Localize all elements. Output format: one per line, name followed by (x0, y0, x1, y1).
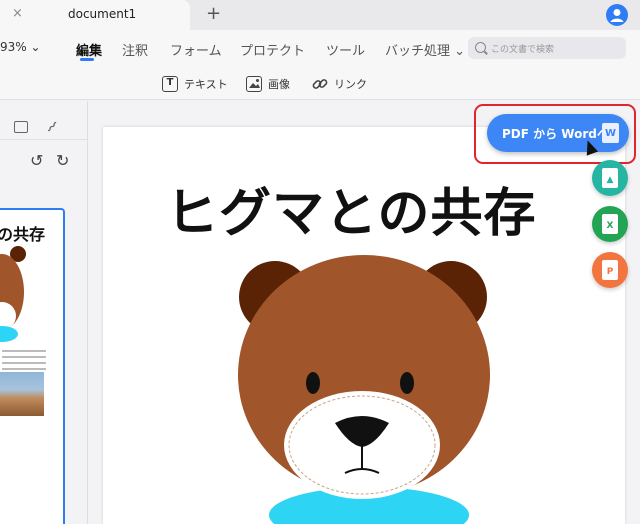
word-doc-icon: W (602, 123, 619, 143)
sidebar-divider (0, 139, 88, 140)
document-page: ヒグマとの共存 (103, 127, 625, 524)
link-icon (312, 76, 328, 92)
convert-to-word-button[interactable]: PDF から Wordへ W (487, 114, 629, 152)
text-box-icon: T (162, 76, 178, 92)
add-text-button[interactable]: T テキスト (162, 74, 228, 94)
search-placeholder: この文書で検索 (491, 45, 555, 55)
add-link-button[interactable]: リンク (312, 74, 367, 94)
rotate-left-icon[interactable]: ↺ (30, 151, 43, 170)
menu-protect[interactable]: プロテクト (240, 40, 305, 59)
single-page-view-icon[interactable] (14, 121, 28, 133)
main-toolbar: 93% ⌄ 編集 注釈 フォーム プロテクト ツール バッチ処理 ⌄ この文書で… (0, 30, 640, 100)
menu-annotate[interactable]: 注釈 (122, 40, 148, 59)
thumbnail-title: の共存 (0, 225, 46, 244)
thumbnail-sidebar: ⌇ ↺ ↻ の共存 (0, 101, 88, 524)
tab-document[interactable]: × document1 (0, 0, 190, 30)
close-tab-icon[interactable]: × (12, 6, 23, 21)
thumbnail-photo (0, 372, 44, 416)
menu-form[interactable]: フォーム (170, 40, 222, 59)
menu-batch[interactable]: バッチ処理 ⌄ (385, 40, 465, 59)
image-icon (246, 76, 262, 92)
page-thumbnail[interactable]: の共存 (0, 208, 65, 524)
convert-to-excel-button[interactable]: X (592, 206, 628, 242)
image-doc-icon: ▲ (602, 168, 618, 188)
add-tab-icon[interactable]: + (206, 3, 221, 24)
add-link-label: リンク (334, 78, 367, 91)
convert-to-image-button[interactable]: ▲ (592, 160, 628, 196)
bear-illustration (238, 255, 490, 524)
convert-to-ppt-button[interactable]: P (592, 252, 628, 288)
user-avatar-icon[interactable] (606, 4, 628, 26)
attachment-icon[interactable]: ⌇ (43, 118, 61, 136)
active-menu-indicator (80, 58, 94, 61)
ppt-doc-icon: P (602, 260, 618, 280)
tab-title[interactable]: document1 (68, 7, 136, 21)
thumbnail-text-lines (2, 350, 46, 374)
search-input[interactable]: この文書で検索 (468, 37, 626, 59)
rotate-right-icon[interactable]: ↻ (56, 151, 69, 170)
menu-tools[interactable]: ツール (326, 40, 365, 59)
add-image-button[interactable]: 画像 (246, 74, 290, 94)
excel-doc-icon: X (602, 214, 618, 234)
zoom-select[interactable]: 93% ⌄ (0, 40, 41, 54)
menu-edit[interactable]: 編集 (76, 40, 102, 59)
add-image-label: 画像 (268, 78, 290, 91)
search-icon (475, 42, 486, 53)
tab-bar: × document1 + (0, 0, 640, 30)
thumbnail-bear-image (0, 246, 26, 342)
add-text-label: テキスト (184, 78, 228, 91)
